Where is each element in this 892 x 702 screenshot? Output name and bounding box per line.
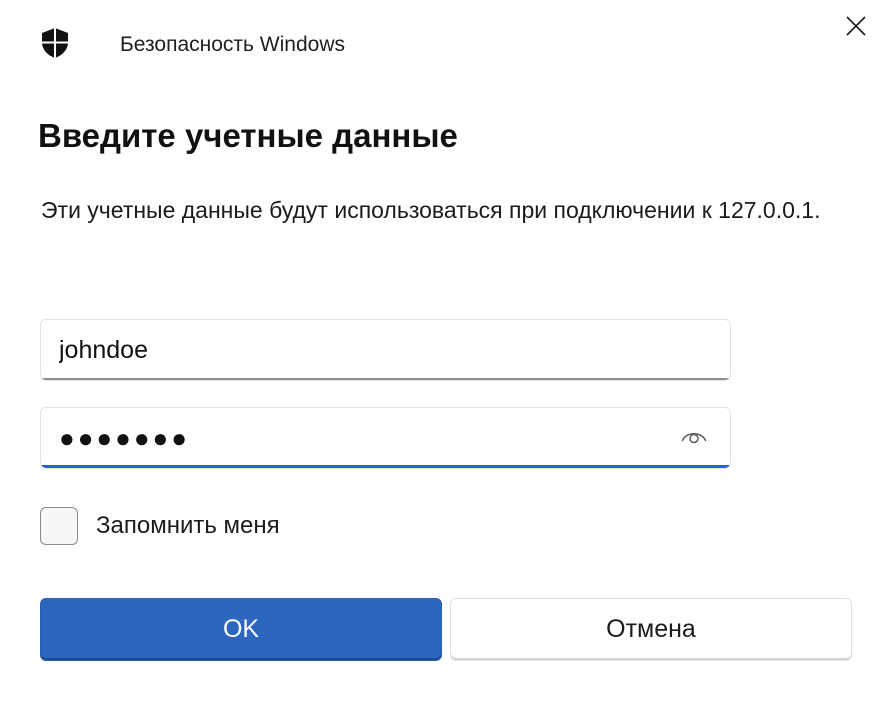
username-input[interactable]	[41, 320, 730, 380]
ok-button[interactable]: OK	[40, 598, 442, 661]
shield-icon	[38, 26, 72, 60]
remember-me[interactable]: Запомнить меня	[40, 506, 280, 546]
remember-label[interactable]: Запомнить меня	[96, 511, 280, 541]
username-field[interactable]	[40, 319, 731, 381]
title-bar: Безопасность Windows	[0, 0, 892, 90]
dialog-description: Эти учетные данные будут использоваться …	[41, 197, 821, 223]
close-icon	[846, 15, 866, 41]
reveal-password-button[interactable]	[674, 422, 714, 454]
dialog-heading: Введите учетные данные	[38, 117, 458, 154]
close-button[interactable]	[832, 4, 880, 52]
password-field[interactable]	[40, 407, 731, 469]
remember-checkbox[interactable]	[40, 507, 78, 545]
credentials-dialog: Безопасность Windows Введите учетные дан…	[0, 0, 892, 702]
password-input[interactable]	[41, 408, 730, 468]
cancel-button[interactable]: Отмена	[450, 598, 852, 661]
window-title: Безопасность Windows	[120, 33, 345, 56]
eye-icon	[681, 428, 707, 449]
